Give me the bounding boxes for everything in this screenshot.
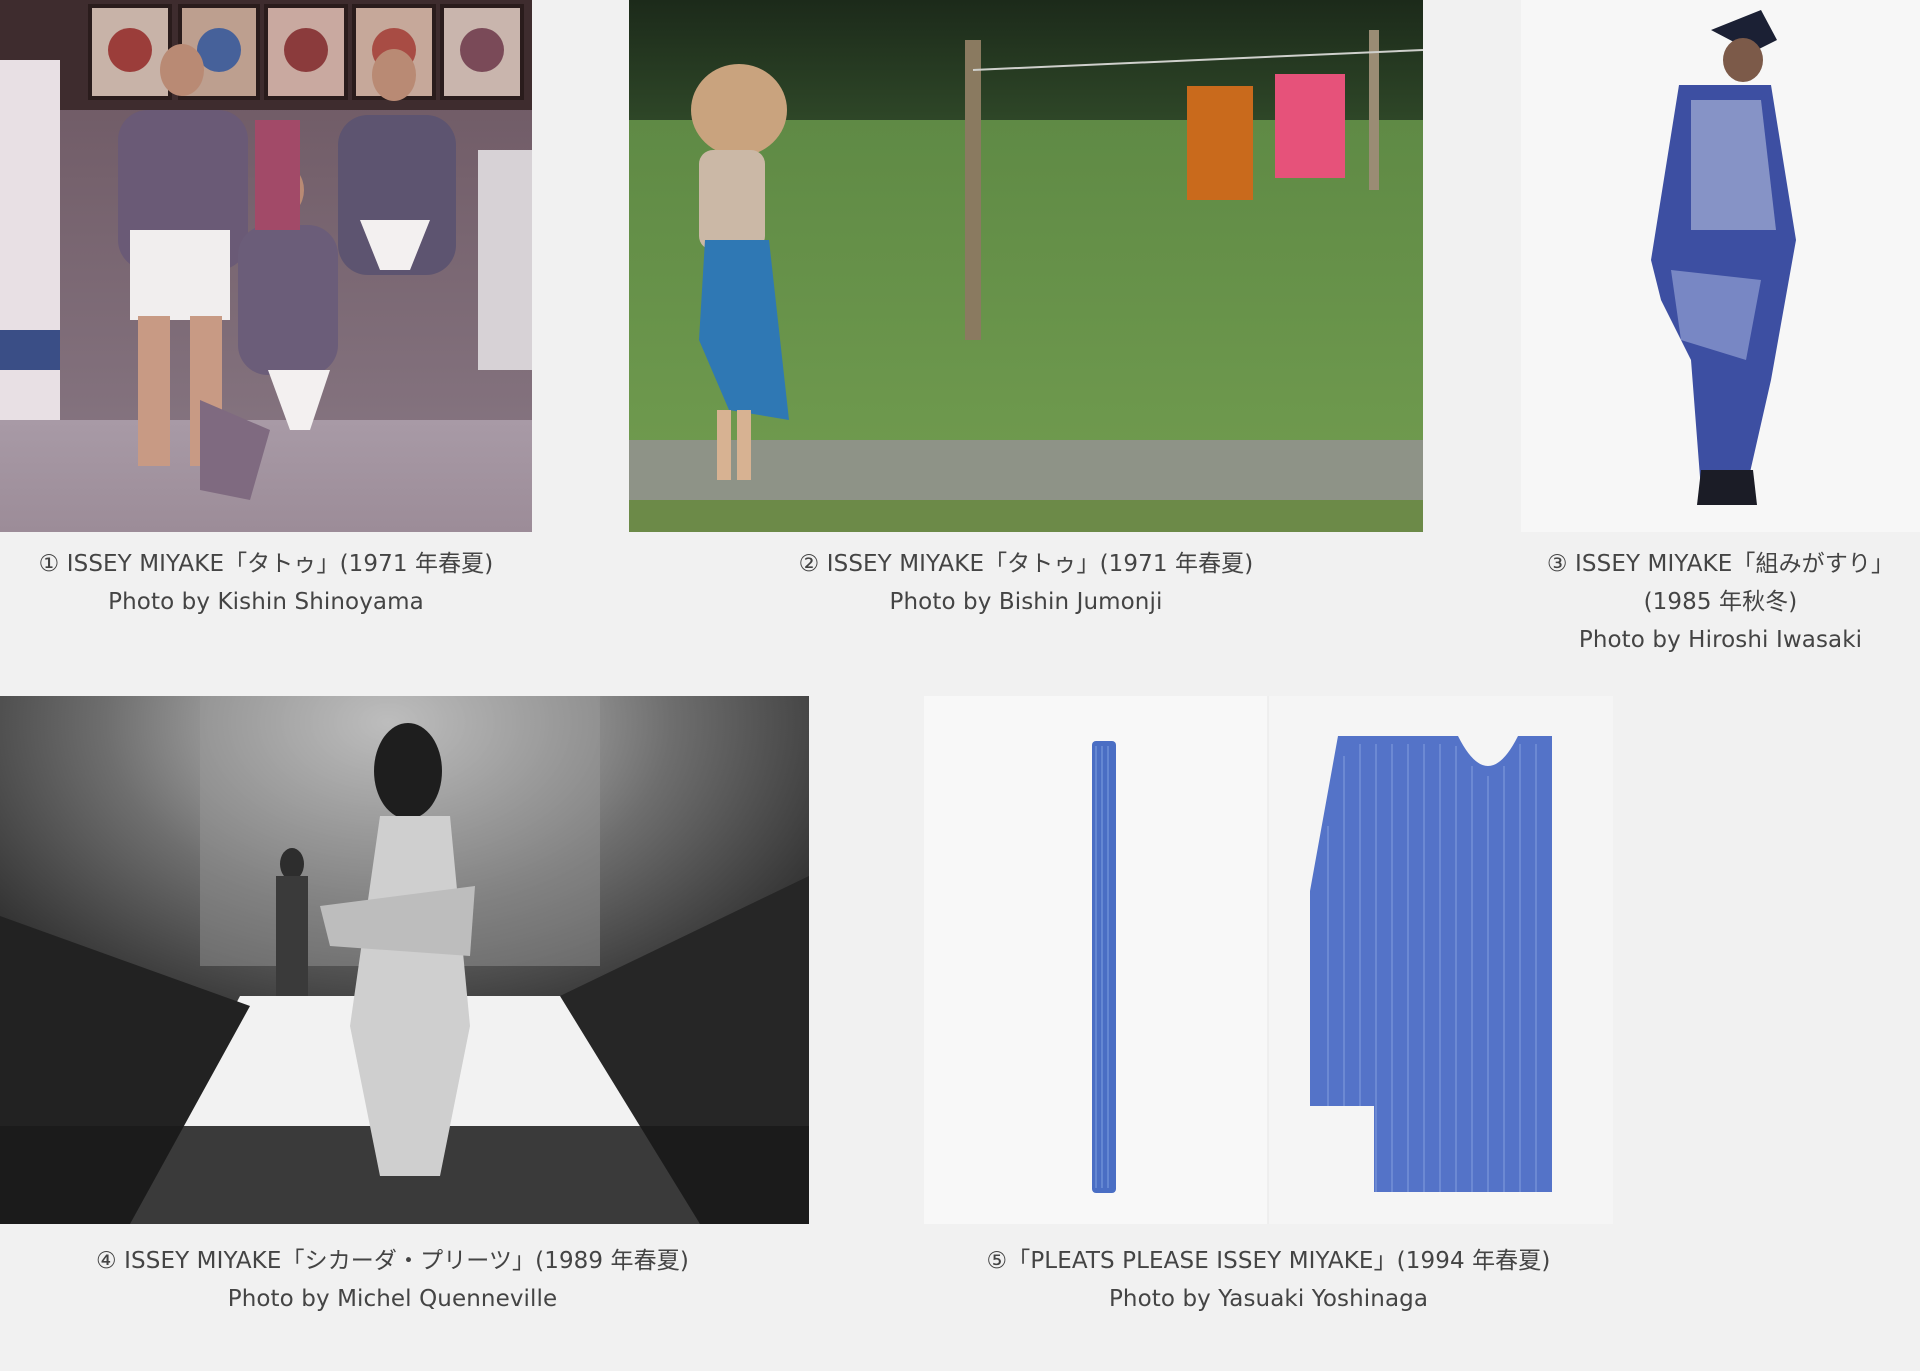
caption-credit: Photo by Michel Quenneville	[227, 1286, 558, 1312]
photo-cicada-pleats-1989	[0, 696, 809, 1224]
caption-credit: Photo by Yasuaki Yoshinaga	[1108, 1286, 1429, 1312]
caption-title: ② ISSEY MIYAKE「タトゥ」(1971 年春夏)	[798, 551, 1254, 577]
caption-title: ③ ISSEY MIYAKE「組みがすり」	[1546, 551, 1895, 577]
caption-credit: Photo by Bishin Jumonji	[889, 589, 1163, 615]
photo-pleats-please-1994	[924, 696, 1613, 1224]
caption-title-line2: (1985 年秋冬)	[1643, 589, 1798, 615]
caption-title: ⑤「PLEATS PLEASE ISSEY MIYAKE」(1994 年春夏)	[986, 1248, 1551, 1274]
photo-kumigasuri-1985	[1521, 0, 1920, 532]
caption-item-5: ⑤「PLEATS PLEASE ISSEY MIYAKE」(1994 年春夏) …	[924, 1242, 1613, 1318]
caption-item-4: ④ ISSEY MIYAKE「シカーダ・プリーツ」(1989 年春夏) Phot…	[0, 1242, 785, 1318]
caption-item-3: ③ ISSEY MIYAKE「組みがすり」 (1985 年秋冬) Photo b…	[1521, 545, 1920, 659]
caption-credit: Photo by Kishin Shinoyama	[108, 589, 424, 615]
caption-item-1: ① ISSEY MIYAKE「タトゥ」(1971 年春夏) Photo by K…	[0, 545, 532, 621]
photo-tattoo-1971-shinoyama	[0, 0, 532, 532]
caption-title: ① ISSEY MIYAKE「タトゥ」(1971 年春夏)	[38, 551, 494, 577]
caption-credit: Photo by Hiroshi Iwasaki	[1578, 627, 1863, 653]
caption-title: ④ ISSEY MIYAKE「シカーダ・プリーツ」(1989 年春夏)	[96, 1248, 689, 1274]
photo-tattoo-1971-jumonji	[629, 0, 1423, 532]
caption-item-2: ② ISSEY MIYAKE「タトゥ」(1971 年春夏) Photo by B…	[629, 545, 1423, 621]
